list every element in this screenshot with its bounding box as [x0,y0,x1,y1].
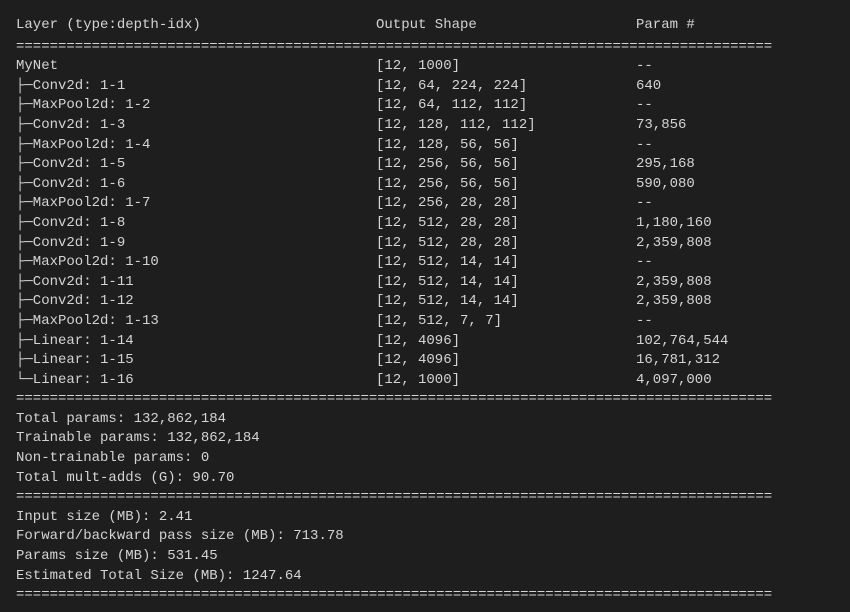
layer-name: ├─MaxPool2d: 1-2 [16,96,376,116]
layer-name: ├─Linear: 1-15 [16,351,376,371]
param-count: 73,856 [636,116,834,136]
output-shape: [12, 512, 14, 14] [376,273,636,293]
output-shape: [12, 256, 28, 28] [376,194,636,214]
layer-name: ├─Conv2d: 1-11 [16,273,376,293]
param-count: -- [636,136,834,156]
param-count: -- [636,57,834,77]
table-row: ├─Conv2d: 1-1[12, 64, 224, 224]640 [16,77,834,97]
table-row: └─Linear: 1-16[12, 1000]4,097,000 [16,371,834,391]
layer-name: ├─MaxPool2d: 1-13 [16,312,376,332]
param-count: 295,168 [636,155,834,175]
layer-name: ├─Conv2d: 1-6 [16,175,376,195]
table-row: ├─Linear: 1-14[12, 4096]102,764,544 [16,332,834,352]
table-row: ├─MaxPool2d: 1-4[12, 128, 56, 56]-- [16,136,834,156]
input-size: Input size (MB): 2.41 [16,508,834,528]
table-row: ├─Conv2d: 1-3[12, 128, 112, 112]73,856 [16,116,834,136]
output-shape: [12, 512, 14, 14] [376,253,636,273]
mult-adds: Total mult-adds (G): 90.70 [16,469,834,489]
divider-bottom: ========================================… [16,586,834,606]
table-row: ├─MaxPool2d: 1-7[12, 256, 28, 28]-- [16,194,834,214]
output-shape: [12, 4096] [376,351,636,371]
table-row: ├─Conv2d: 1-9[12, 512, 28, 28]2,359,808 [16,234,834,254]
table-row: ├─MaxPool2d: 1-13[12, 512, 7, 7]-- [16,312,834,332]
output-shape: [12, 64, 112, 112] [376,96,636,116]
param-count: 102,764,544 [636,332,834,352]
output-shape: [12, 128, 112, 112] [376,116,636,136]
output-shape: [12, 64, 224, 224] [376,77,636,97]
layer-name: ├─Conv2d: 1-3 [16,116,376,136]
param-count: 1,180,160 [636,214,834,234]
non-trainable-params: Non-trainable params: 0 [16,449,834,469]
param-count: 640 [636,77,834,97]
layer-table: MyNet[12, 1000]--├─Conv2d: 1-1[12, 64, 2… [16,57,834,390]
output-shape: [12, 512, 28, 28] [376,214,636,234]
layer-name: ├─MaxPool2d: 1-10 [16,253,376,273]
output-shape: [12, 256, 56, 56] [376,155,636,175]
divider-mid1: ========================================… [16,390,834,410]
layer-name: ├─Conv2d: 1-8 [16,214,376,234]
table-row: MyNet[12, 1000]-- [16,57,834,77]
param-count: 2,359,808 [636,234,834,254]
total-size: Estimated Total Size (MB): 1247.64 [16,567,834,587]
table-row: ├─MaxPool2d: 1-2[12, 64, 112, 112]-- [16,96,834,116]
layer-name: ├─MaxPool2d: 1-4 [16,136,376,156]
layer-name: └─Linear: 1-16 [16,371,376,391]
output-shape: [12, 512, 7, 7] [376,312,636,332]
total-params: Total params: 132,862,184 [16,410,834,430]
param-count: 590,080 [636,175,834,195]
output-shape: [12, 512, 14, 14] [376,292,636,312]
param-count: -- [636,194,834,214]
output-shape: [12, 1000] [376,371,636,391]
param-count: -- [636,312,834,332]
layer-name: ├─Linear: 1-14 [16,332,376,352]
header-layer: Layer (type:depth-idx) [16,16,376,36]
layer-name: MyNet [16,57,376,77]
output-shape: [12, 4096] [376,332,636,352]
param-count: -- [636,96,834,116]
params-size: Params size (MB): 531.45 [16,547,834,567]
table-row: ├─Conv2d: 1-6[12, 256, 56, 56]590,080 [16,175,834,195]
param-count: 16,781,312 [636,351,834,371]
divider-mid2: ========================================… [16,488,834,508]
table-row: ├─Linear: 1-15[12, 4096]16,781,312 [16,351,834,371]
layer-name: ├─MaxPool2d: 1-7 [16,194,376,214]
table-row: ├─MaxPool2d: 1-10[12, 512, 14, 14]-- [16,253,834,273]
layer-name: ├─Conv2d: 1-9 [16,234,376,254]
fwd-bwd-size: Forward/backward pass size (MB): 713.78 [16,527,834,547]
output-shape: [12, 128, 56, 56] [376,136,636,156]
table-row: ├─Conv2d: 1-5[12, 256, 56, 56]295,168 [16,155,834,175]
output-shape: [12, 1000] [376,57,636,77]
output-shape: [12, 256, 56, 56] [376,175,636,195]
output-shape: [12, 512, 28, 28] [376,234,636,254]
param-count: -- [636,253,834,273]
header-param: Param # [636,16,834,36]
param-count: 2,359,808 [636,292,834,312]
param-count: 4,097,000 [636,371,834,391]
divider-top: ========================================… [16,38,834,58]
param-count: 2,359,808 [636,273,834,293]
trainable-params: Trainable params: 132,862,184 [16,429,834,449]
header-shape: Output Shape [376,16,636,36]
table-row: ├─Conv2d: 1-11[12, 512, 14, 14]2,359,808 [16,273,834,293]
layer-name: ├─Conv2d: 1-5 [16,155,376,175]
layer-name: ├─Conv2d: 1-1 [16,77,376,97]
layer-name: ├─Conv2d: 1-12 [16,292,376,312]
table-header: Layer (type:depth-idx) Output Shape Para… [16,16,834,36]
table-row: ├─Conv2d: 1-8[12, 512, 28, 28]1,180,160 [16,214,834,234]
table-row: ├─Conv2d: 1-12[12, 512, 14, 14]2,359,808 [16,292,834,312]
